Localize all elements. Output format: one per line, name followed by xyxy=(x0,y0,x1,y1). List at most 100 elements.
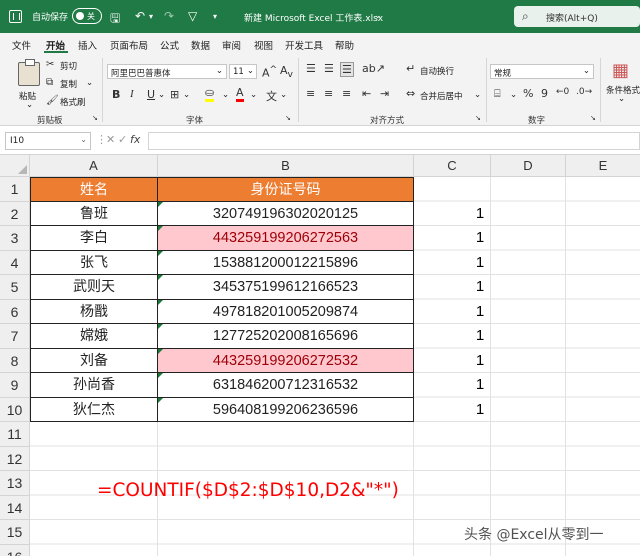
underline-button[interactable]: U xyxy=(147,88,155,101)
increase-indent-icon[interactable]: ⇥ xyxy=(380,87,389,100)
table-cell-name[interactable]: 刘备 xyxy=(30,348,158,373)
row-header[interactable]: 15 xyxy=(0,520,30,545)
font-color-dropdown-icon[interactable]: ⌄ xyxy=(250,90,257,100)
align-center-icon[interactable]: ≡ xyxy=(324,87,333,100)
comma-button[interactable]: 9 xyxy=(541,87,548,100)
row-header[interactable]: 16 xyxy=(0,544,30,556)
copy-button[interactable]: 复制 xyxy=(60,78,77,90)
row-header[interactable]: 3 xyxy=(0,226,30,251)
table-cell-name[interactable]: 鲁班 xyxy=(30,201,158,226)
table-cell-name[interactable]: 孙尚香 xyxy=(30,373,158,398)
table-cell-name[interactable]: 武则天 xyxy=(30,275,158,300)
font-launcher-icon[interactable]: ↘ xyxy=(285,114,291,122)
copy-icon[interactable]: ⧉ xyxy=(46,77,53,88)
increase-decimal-icon[interactable]: ←0 xyxy=(556,87,569,97)
column-header-c[interactable]: C xyxy=(414,155,491,177)
row-header[interactable]: 14 xyxy=(0,495,30,520)
table-header-id[interactable]: 身份证号码 xyxy=(157,177,414,202)
enter-icon[interactable]: ✓ xyxy=(118,133,127,146)
table-cell-name[interactable]: 张飞 xyxy=(30,250,158,275)
save-icon[interactable]: 🖫 xyxy=(110,9,120,30)
search-box[interactable]: ⌕ 搜索(Alt+Q) xyxy=(514,6,640,27)
tab-view[interactable]: 视图 xyxy=(254,38,273,52)
row-header[interactable]: 8 xyxy=(0,348,30,373)
align-top-icon[interactable]: ☰ xyxy=(306,62,316,75)
column-header-b[interactable]: B xyxy=(158,155,414,177)
cut-icon[interactable]: ✂ xyxy=(46,59,54,70)
table-cell-name[interactable]: 李白 xyxy=(30,226,158,251)
decrease-decimal-icon[interactable]: .0→ xyxy=(576,87,592,97)
tab-file[interactable]: 文件 xyxy=(12,38,31,52)
count-cell[interactable]: 1 xyxy=(466,349,494,373)
bold-button[interactable]: B xyxy=(112,88,120,101)
borders-dropdown-icon[interactable]: ⌄ xyxy=(183,90,190,100)
font-size-select[interactable]: 11 ⌄ xyxy=(229,64,257,79)
table-cell-id[interactable]: 443259199206272563 xyxy=(157,226,414,251)
tab-review[interactable]: 审阅 xyxy=(222,38,241,52)
paste-icon[interactable] xyxy=(18,59,40,86)
count-cell[interactable]: 1 xyxy=(466,373,494,397)
row-header[interactable]: 5 xyxy=(0,275,30,300)
table-cell-id[interactable]: 596408199206236596 xyxy=(157,397,414,422)
wrap-text-button[interactable]: 自动换行 xyxy=(420,65,454,77)
conditional-format-icon[interactable]: ▦ xyxy=(612,60,629,81)
row-header[interactable]: 2 xyxy=(0,201,30,226)
row-header[interactable]: 4 xyxy=(0,250,30,275)
column-header-e[interactable]: E xyxy=(566,155,640,177)
increase-font-icon[interactable]: A^ xyxy=(262,64,277,80)
table-cell-id[interactable]: 153881200012215896 xyxy=(157,250,414,275)
row-header[interactable]: 1 xyxy=(0,177,30,202)
row-header[interactable]: 13 xyxy=(0,471,30,496)
undo-dropdown-icon[interactable]: ▾ xyxy=(149,12,153,21)
number-launcher-icon[interactable]: ↘ xyxy=(590,114,596,122)
cancel-icon[interactable]: ✕ xyxy=(106,133,115,146)
alignment-launcher-icon[interactable]: ↘ xyxy=(475,114,481,122)
paste-dropdown-icon[interactable]: ⌄ xyxy=(26,100,33,110)
align-bottom-icon[interactable]: ☰ xyxy=(340,62,354,77)
row-header[interactable]: 10 xyxy=(0,397,30,422)
table-cell-id[interactable]: 320749196302020125 xyxy=(157,201,414,226)
count-cell[interactable]: 1 xyxy=(466,251,494,275)
format-painter-icon[interactable]: 🖌 xyxy=(46,95,59,106)
undo-icon[interactable]: ↶ xyxy=(135,9,145,23)
table-cell-id[interactable]: 631846200712316532 xyxy=(157,373,414,398)
decrease-indent-icon[interactable]: ⇤ xyxy=(362,87,371,100)
count-cell[interactable]: 1 xyxy=(466,275,494,299)
table-cell-name[interactable]: 狄仁杰 xyxy=(30,397,158,422)
row-header[interactable]: 6 xyxy=(0,299,30,324)
row-header[interactable]: 12 xyxy=(0,446,30,471)
autosave-toggle[interactable]: 关 xyxy=(72,8,102,24)
table-header-name[interactable]: 姓名 xyxy=(30,177,158,202)
borders-icon[interactable]: ⊞ xyxy=(170,88,179,101)
count-cell[interactable]: 1 xyxy=(466,398,494,422)
decrease-font-icon[interactable]: Av xyxy=(280,64,293,80)
italic-button[interactable]: I xyxy=(130,88,134,100)
tab-developer[interactable]: 开发工具 xyxy=(285,38,323,52)
font-name-select[interactable]: 阿里巴巴普惠体 ⌄ xyxy=(107,64,227,79)
percent-button[interactable]: % xyxy=(523,87,533,100)
merge-center-button[interactable]: 合并后居中 xyxy=(420,90,463,102)
font-color-icon[interactable]: A xyxy=(236,86,244,102)
number-format-select[interactable]: 常规 ⌄ xyxy=(490,64,594,79)
format-painter-button[interactable]: 格式刷 xyxy=(60,96,86,108)
row-header[interactable]: 7 xyxy=(0,324,30,349)
tab-insert[interactable]: 插入 xyxy=(78,38,97,52)
insert-function-icon[interactable]: fx xyxy=(130,133,140,146)
phonetic-icon[interactable]: 文 xyxy=(266,88,277,104)
fill-color-dropdown-icon[interactable]: ⌄ xyxy=(222,90,229,100)
table-cell-id[interactable]: 497818201005209874 xyxy=(157,299,414,324)
orientation-icon[interactable]: ab↗ xyxy=(362,62,385,75)
copy-dropdown-icon[interactable]: ⌄ xyxy=(86,78,93,88)
name-box[interactable]: I10 ⌄ xyxy=(5,132,91,150)
cut-button[interactable]: 剪切 xyxy=(60,60,77,72)
customize-toolbar-icon[interactable]: ▾ xyxy=(213,12,217,21)
table-cell-id[interactable]: 345375199612166523 xyxy=(157,275,414,300)
formula-input[interactable] xyxy=(148,132,640,150)
align-left-icon[interactable]: ≡ xyxy=(306,87,315,100)
count-cell[interactable]: 1 xyxy=(466,324,494,348)
conditional-format-dropdown-icon[interactable]: ⌄ xyxy=(618,94,625,104)
currency-icon[interactable]: ⌸ xyxy=(494,87,501,101)
align-right-icon[interactable]: ≡ xyxy=(342,87,351,100)
count-cell[interactable]: 1 xyxy=(466,226,494,250)
select-all-button[interactable] xyxy=(0,155,30,177)
